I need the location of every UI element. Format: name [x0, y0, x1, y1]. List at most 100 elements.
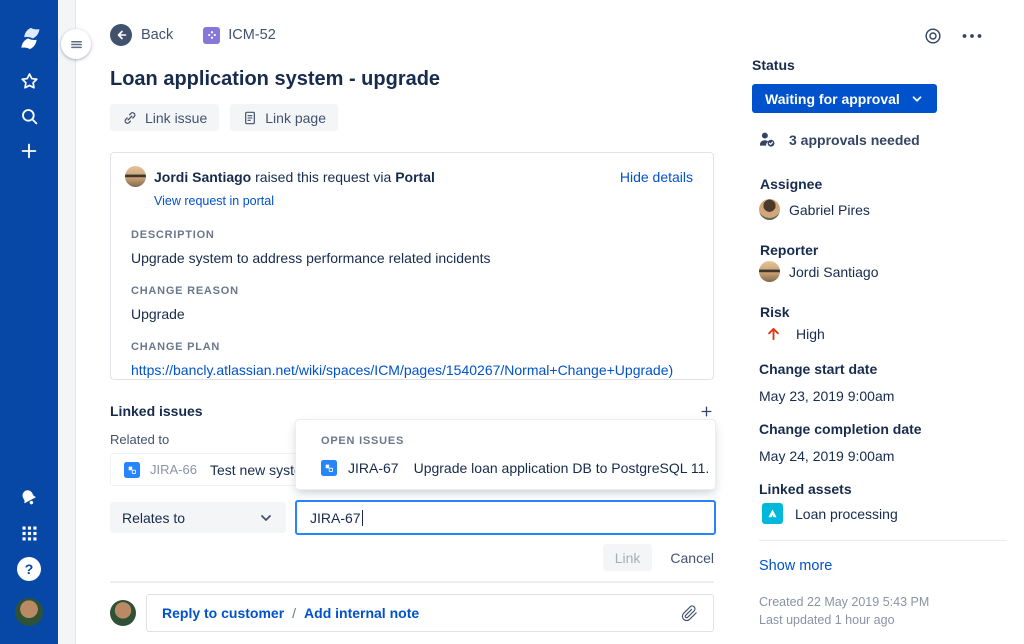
comment-separator: / — [292, 605, 297, 621]
add-internal-note-link[interactable]: Add internal note — [304, 605, 419, 621]
issue-search-value: JIRA-67 — [310, 509, 361, 526]
more-actions-icon[interactable] — [961, 26, 983, 46]
assignee-label: Assignee — [760, 176, 823, 192]
raised-text: Jordi Santiago raised this request via P… — [154, 169, 435, 185]
linked-asset-item[interactable]: Loan processing — [762, 503, 898, 524]
assignee-name: Gabriel Pires — [789, 201, 870, 218]
asset-icon — [762, 503, 783, 524]
link-issue-icon — [124, 111, 136, 124]
help-glyph: ? — [17, 557, 41, 581]
field-value: Upgrade — [131, 306, 185, 322]
back-button[interactable] — [110, 24, 132, 46]
star-icon[interactable] — [0, 70, 58, 93]
issue-type-icon[interactable] — [203, 26, 221, 44]
linked-assets-label: Linked assets — [759, 481, 852, 497]
back-label[interactable]: Back — [141, 27, 173, 43]
link-page-icon — [245, 111, 256, 124]
dropdown-option[interactable]: JIRA-67 Upgrade loan application DB to P… — [296, 460, 715, 476]
change-start-label: Change start date — [759, 361, 878, 377]
created-timestamp: Created 22 May 2019 5:43 PM — [759, 595, 930, 609]
approvals-text: 3 approvals needed — [789, 131, 920, 148]
issue-picker-dropdown: OPEN ISSUES JIRA-67 Upgrade loan applica… — [295, 419, 716, 490]
change-start-value[interactable]: May 23, 2019 9:00am — [759, 388, 894, 404]
search-icon[interactable] — [0, 105, 58, 128]
notifications-icon[interactable] — [0, 487, 58, 509]
link-group-label: Related to — [110, 432, 170, 447]
linked-issues-header: Linked issues — [110, 403, 714, 419]
add-link-icon[interactable] — [699, 404, 714, 419]
field-value: Upgrade system to address performance re… — [131, 250, 491, 266]
divider — [110, 581, 714, 583]
link-submit-button[interactable]: Link — [602, 544, 653, 571]
link-type-select[interactable]: Relates to — [110, 502, 286, 533]
reporter-name: Jordi Santiago — [154, 168, 252, 185]
text-cursor — [361, 509, 364, 526]
attach-icon[interactable] — [681, 604, 698, 622]
field-label: DESCRIPTION — [131, 229, 215, 241]
status-value: Waiting for approval — [765, 90, 900, 107]
approvals-indicator: 3 approvals needed — [757, 129, 920, 150]
risk-value[interactable]: High — [765, 325, 825, 342]
comment-input[interactable]: Reply to customer / Add internal note — [146, 594, 714, 632]
status-button[interactable]: Waiting for approval — [752, 84, 937, 113]
reporter-value[interactable]: Jordi Santiago — [759, 261, 879, 282]
change-type-glyph — [207, 31, 216, 39]
raised-channel: Portal — [395, 168, 435, 185]
help-icon[interactable]: ? — [0, 557, 58, 581]
avatar — [15, 598, 43, 626]
task-icon — [124, 461, 140, 478]
link-page-label: Link page — [265, 109, 326, 126]
link-page-button[interactable]: Link page — [230, 104, 338, 131]
avatar — [110, 600, 136, 626]
assignee-value[interactable]: Gabriel Pires — [759, 199, 870, 220]
global-sidebar: ? — [0, 0, 58, 644]
link-form-actions: Link Cancel — [110, 544, 714, 571]
risk-label: Risk — [760, 304, 790, 320]
watch-icon[interactable] — [923, 26, 943, 46]
reporter-label: Reporter — [760, 242, 819, 258]
linked-issue-key: JIRA-66 — [150, 462, 197, 477]
change-completion-value[interactable]: May 24, 2019 9:00am — [759, 448, 894, 464]
issue-key[interactable]: ICM-52 — [228, 27, 276, 43]
request-details-card: Jordi Santiago raised this request via P… — [110, 152, 714, 380]
issue-content: Back ICM-52 Loan application system - up… — [76, 0, 736, 644]
avatar — [125, 166, 146, 187]
linked-issues-title: Linked issues — [110, 403, 203, 419]
hide-details-link[interactable]: Hide details — [620, 169, 693, 185]
avatar — [759, 199, 780, 220]
breadcrumb: Back ICM-52 — [110, 24, 276, 46]
issue-search-input[interactable]: JIRA-67 — [295, 500, 716, 535]
link-type-value: Relates to — [122, 509, 186, 526]
issue-actions: Link issue Link page — [110, 104, 338, 131]
issue-toolbar — [923, 26, 983, 46]
chevron-down-icon — [261, 514, 271, 521]
change-plan-link[interactable]: https://bancly.atlassian.net/wiki/spaces… — [131, 362, 693, 378]
view-request-link[interactable]: View request in portal — [154, 194, 274, 208]
chevron-down-icon — [912, 95, 922, 102]
risk-level: High — [796, 325, 825, 342]
field-label: CHANGE PLAN — [131, 341, 221, 353]
hamburger-icon — [70, 40, 82, 48]
raised-mid-text: raised this request via — [255, 168, 392, 185]
profile-avatar[interactable] — [0, 598, 58, 626]
jira-issue-view: ? Back ICM-52 Loan application system - … — [0, 0, 1024, 644]
updated-timestamp: Last updated 1 hour ago — [759, 613, 895, 627]
field-label: CHANGE REASON — [131, 285, 239, 297]
dropdown-group-header: OPEN ISSUES — [321, 435, 405, 447]
expand-sidebar-button[interactable] — [61, 29, 91, 59]
risk-arrow-icon — [768, 327, 779, 341]
app-switcher-icon[interactable] — [0, 523, 58, 544]
comment-bar: Reply to customer / Add internal note — [110, 594, 714, 632]
cancel-button[interactable]: Cancel — [670, 550, 714, 566]
show-more-link[interactable]: Show more — [759, 558, 832, 574]
avatar — [759, 261, 780, 282]
app-logo-icon[interactable] — [0, 25, 58, 52]
page-title: Loan application system - upgrade — [110, 68, 441, 90]
option-issue-summary: Upgrade loan application DB to PostgreSQ… — [413, 460, 710, 476]
create-icon[interactable] — [0, 140, 58, 162]
reply-to-customer-link[interactable]: Reply to customer — [162, 605, 284, 621]
link-issue-button[interactable]: Link issue — [110, 104, 220, 131]
collapsed-project-sidebar — [58, 0, 76, 644]
back-icon — [117, 30, 127, 40]
status-label: Status — [752, 57, 795, 73]
